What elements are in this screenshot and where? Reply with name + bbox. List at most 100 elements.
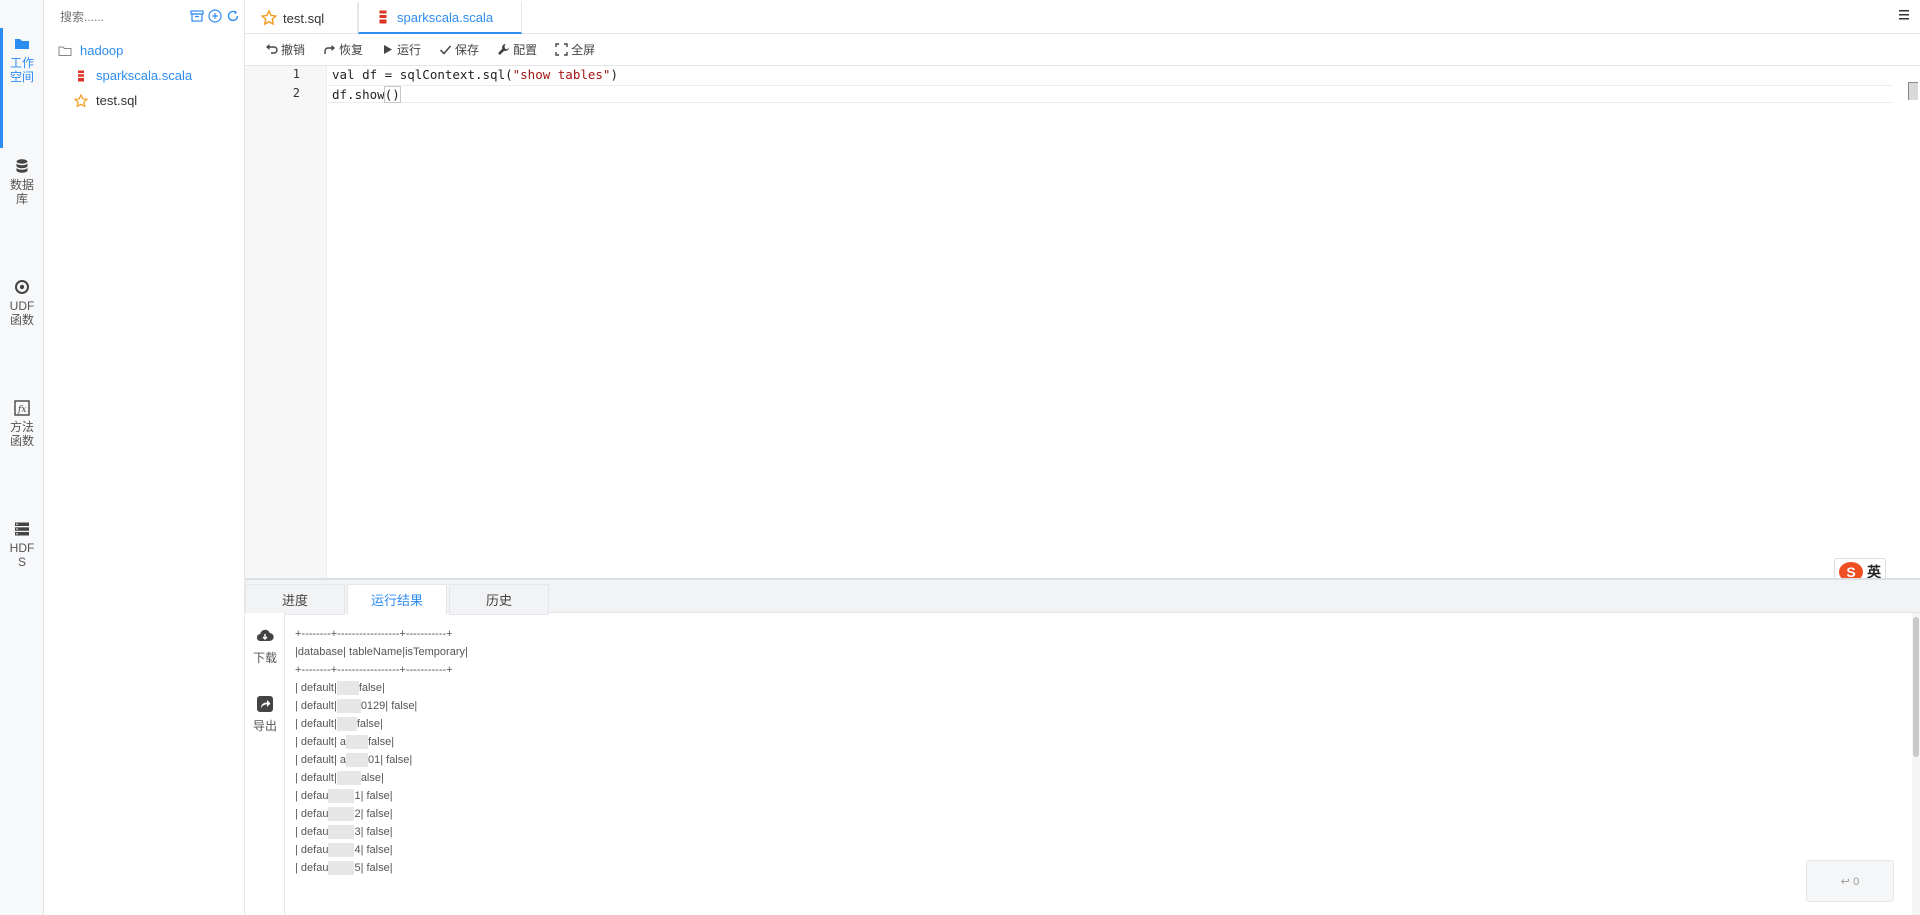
output-row: | default| 0129| false| bbox=[295, 697, 1895, 715]
share-icon bbox=[257, 696, 273, 712]
check-icon bbox=[440, 45, 452, 55]
fullscreen-icon bbox=[555, 43, 568, 56]
output-border: +--------+-----------------+-----------+ bbox=[295, 628, 453, 640]
redacted-mask bbox=[328, 825, 355, 840]
tab-test-sql[interactable]: test.sql bbox=[245, 2, 358, 34]
scroll-thumb[interactable] bbox=[1913, 617, 1919, 757]
nav-udf[interactable]: UDF函数 bbox=[0, 279, 44, 327]
export-button[interactable]: 导出 bbox=[245, 695, 285, 734]
editor-gutter: 1 2 bbox=[245, 66, 327, 578]
target-icon bbox=[15, 280, 29, 294]
output-row: | default| false| bbox=[295, 715, 1895, 733]
save-button[interactable]: 保存 bbox=[439, 41, 479, 58]
redacted-mask bbox=[328, 843, 355, 858]
code-paren: () bbox=[383, 86, 401, 103]
tab-history[interactable]: 历史 bbox=[449, 584, 549, 615]
archive-icon[interactable] bbox=[190, 9, 204, 23]
tab-label: sparkscala.scala bbox=[397, 9, 494, 25]
database-icon bbox=[16, 159, 28, 173]
row-suffix: 5| false| bbox=[354, 862, 393, 874]
row-prefix: | default| bbox=[295, 772, 337, 784]
folder-outline-icon bbox=[58, 46, 72, 56]
nav-workspace[interactable]: 工作空间 bbox=[0, 28, 44, 148]
redacted-mask bbox=[328, 789, 355, 804]
folder-icon bbox=[15, 39, 29, 49]
output-row: | defau 1| false| bbox=[295, 787, 1895, 805]
star-icon bbox=[74, 93, 88, 107]
config-button[interactable]: 配置 bbox=[497, 41, 537, 58]
output-header: |database| tableName|isTemporary| bbox=[295, 646, 468, 658]
nav-methods-label: 方法函数 bbox=[9, 420, 34, 448]
editor-scrollbar[interactable] bbox=[1908, 82, 1918, 100]
nav-udf-label: UDF函数 bbox=[9, 299, 35, 327]
add-circle-icon[interactable] bbox=[208, 9, 222, 23]
redo-button[interactable]: 恢复 bbox=[323, 41, 363, 58]
row-suffix: 2| false| bbox=[354, 808, 393, 820]
code-line-2[interactable]: df.show() bbox=[328, 85, 1893, 103]
output-row: | defau 3| false| bbox=[295, 823, 1895, 841]
line-number: 1 bbox=[292, 67, 300, 81]
redacted-mask bbox=[336, 717, 357, 732]
count-badge[interactable]: ↩ 0 bbox=[1806, 860, 1894, 902]
code-line-1[interactable]: val df = sqlContext.sql("show tables") bbox=[328, 66, 618, 84]
line-number: 2 bbox=[292, 86, 300, 100]
row-prefix: | defau bbox=[295, 844, 329, 856]
output-row: | default| alse| bbox=[295, 769, 1895, 787]
tree-file-scala[interactable]: sparkscala.scala bbox=[74, 68, 192, 83]
cloud-download-icon bbox=[256, 629, 274, 642]
redacted-mask bbox=[345, 735, 368, 750]
refresh-icon[interactable] bbox=[226, 9, 240, 23]
star-icon bbox=[261, 10, 277, 26]
nav-database[interactable]: 数据库 bbox=[0, 158, 44, 206]
menu-icon[interactable] bbox=[1898, 8, 1910, 22]
editor-tabs: test.sql sparkscala.scala bbox=[245, 0, 1920, 34]
play-icon bbox=[384, 45, 393, 54]
result-tabs: 进度 运行结果 历史 bbox=[245, 578, 1920, 615]
nav-methods[interactable]: fx 方法函数 bbox=[0, 400, 44, 448]
row-prefix: | default| a bbox=[295, 736, 346, 748]
tab-run-result[interactable]: 运行结果 bbox=[347, 584, 447, 615]
redacted-mask bbox=[345, 753, 368, 768]
code-text: ) bbox=[610, 67, 618, 82]
nav-hdfs[interactable]: HDFS bbox=[0, 521, 44, 569]
undo-button[interactable]: 撤销 bbox=[265, 41, 305, 58]
tab-sparkscala[interactable]: sparkscala.scala bbox=[358, 2, 522, 34]
tree-file-label: test.sql bbox=[96, 93, 138, 108]
code-text: val df = sqlContext.sql( bbox=[332, 67, 513, 82]
save-label: 保存 bbox=[455, 43, 480, 57]
server-icon bbox=[15, 522, 29, 536]
run-label: 运行 bbox=[397, 43, 422, 57]
download-button[interactable]: 下载 bbox=[245, 627, 285, 666]
row-suffix: alse| bbox=[360, 772, 384, 784]
file-tree-panel: hadoop sparkscala.scala test.sql bbox=[44, 0, 245, 915]
row-suffix: false| bbox=[367, 736, 395, 748]
row-prefix: | defau bbox=[295, 790, 329, 802]
row-suffix: 0129| false| bbox=[360, 700, 418, 712]
fullscreen-button[interactable]: 全屏 bbox=[555, 41, 595, 58]
tab-label: test.sql bbox=[283, 10, 325, 26]
svg-text:fx: fx bbox=[17, 405, 26, 415]
row-prefix: | default| bbox=[295, 718, 337, 730]
editor-toolbar: 撤销 恢复 运行 保存 配置 全屏 bbox=[245, 34, 1920, 66]
tree-search-input[interactable] bbox=[60, 8, 180, 26]
row-prefix: | defau bbox=[295, 808, 329, 820]
code-editor[interactable]: 1 2 val df = sqlContext.sql("show tables… bbox=[245, 66, 1920, 578]
row-suffix: false| bbox=[356, 718, 383, 730]
row-suffix: 3| false| bbox=[354, 826, 393, 838]
undo-label: 撤销 bbox=[281, 43, 306, 57]
run-button[interactable]: 运行 bbox=[381, 41, 421, 58]
export-label: 导出 bbox=[252, 719, 277, 733]
row-prefix: | default| bbox=[295, 700, 337, 712]
result-output: +--------+-----------------+-----------+… bbox=[295, 625, 1895, 877]
row-suffix: 01| false| bbox=[367, 754, 413, 766]
output-border: +--------+-----------------+-----------+ bbox=[295, 664, 453, 676]
wrench-icon bbox=[498, 44, 510, 55]
tree-folder-hadoop[interactable]: hadoop bbox=[58, 43, 123, 58]
row-prefix: | defau bbox=[295, 826, 329, 838]
tree-file-sql[interactable]: test.sql bbox=[74, 93, 137, 108]
tab-progress[interactable]: 进度 bbox=[245, 584, 345, 615]
result-scrollbar[interactable] bbox=[1912, 613, 1920, 915]
scala-icon bbox=[379, 10, 387, 24]
redacted-mask bbox=[336, 699, 361, 714]
output-row: | defau 4| false| bbox=[295, 841, 1895, 859]
